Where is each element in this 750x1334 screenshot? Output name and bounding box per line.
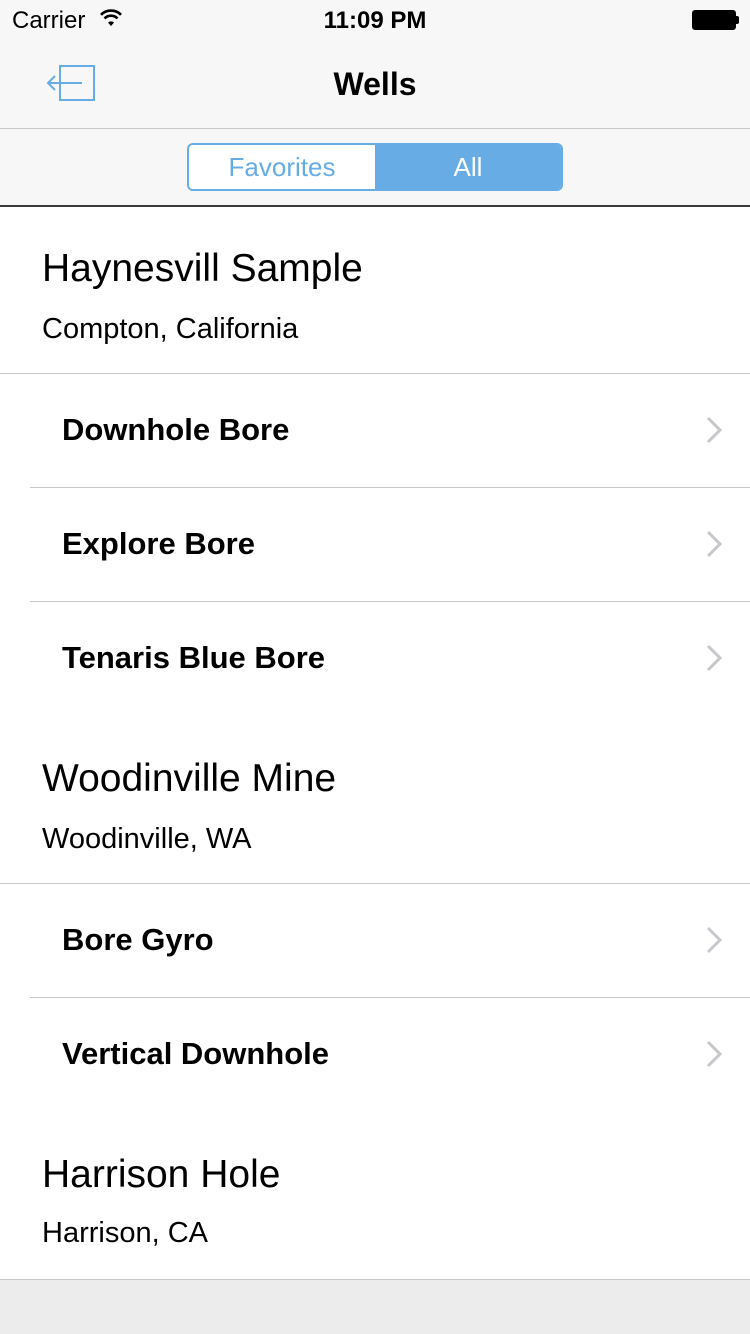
list-item[interactable]: Vertical Downhole xyxy=(0,998,750,1111)
well-name: Harrison Hole xyxy=(42,1153,281,1196)
page-title: Wells xyxy=(333,66,417,102)
chevron-right-icon xyxy=(706,1040,722,1068)
list-item-label: Downhole Bore xyxy=(62,412,290,447)
segment-all[interactable]: All xyxy=(375,145,561,189)
list-item-label: Explore Bore xyxy=(62,526,255,561)
list-item-label: Tenaris Blue Bore xyxy=(62,640,326,675)
section-header: Haynesvill Sample Compton, California xyxy=(0,207,750,373)
chevron-right-icon xyxy=(706,416,722,444)
status-bar: Carrier 11:09 PM xyxy=(0,0,750,40)
chevron-right-icon xyxy=(706,926,722,954)
well-location: Compton, California xyxy=(42,313,299,345)
list-item-label: Vertical Downhole xyxy=(62,1036,330,1071)
chevron-right-icon xyxy=(706,644,722,672)
list-item[interactable]: Tenaris Blue Bore xyxy=(0,602,750,715)
filter-bar: Favorites All xyxy=(0,129,750,207)
well-location: Woodinville, WA xyxy=(42,823,252,855)
list-item[interactable]: Downhole Bore xyxy=(0,374,750,487)
section-header: Harrison Hole Harrison, CA xyxy=(0,1111,750,1279)
well-name: Haynesvill Sample xyxy=(42,247,363,290)
filter-segmented-control: Favorites All xyxy=(187,143,563,191)
well-location: Harrison, CA xyxy=(42,1217,208,1249)
section-header: Woodinville Mine Woodinville, WA xyxy=(0,715,750,883)
wells-list: Haynesvill Sample Compton, California Do… xyxy=(0,207,750,1280)
list-item[interactable]: Bore Gyro xyxy=(0,884,750,997)
list-item-label: Bore Gyro xyxy=(62,922,214,957)
list-item[interactable]: Explore Bore xyxy=(0,488,750,601)
well-name: Woodinville Mine xyxy=(42,757,337,800)
clock: 11:09 PM xyxy=(323,7,427,34)
battery-icon xyxy=(692,10,739,30)
navigation-bar: Wells xyxy=(0,40,750,129)
chevron-right-icon xyxy=(706,530,722,558)
segment-favorites[interactable]: Favorites xyxy=(189,145,375,189)
